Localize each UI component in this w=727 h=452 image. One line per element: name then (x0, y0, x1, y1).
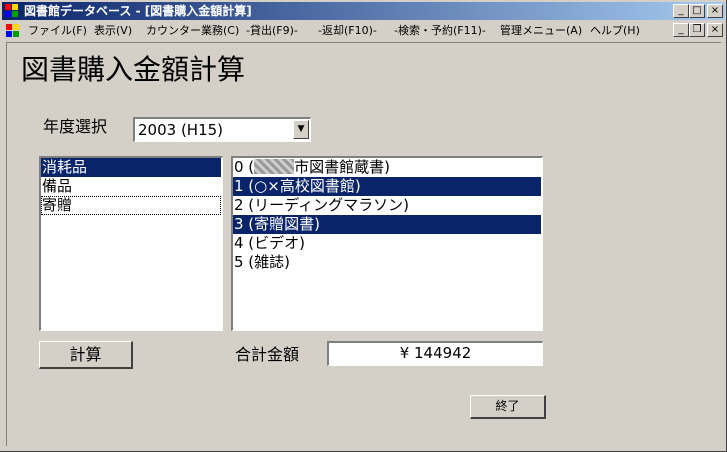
menu-search-reserve[interactable]: -検索・予約(F11)- (394, 23, 486, 38)
close-button[interactable]: × (707, 4, 723, 18)
menu-help[interactable]: ヘルプ(H) (590, 23, 640, 38)
menu-return[interactable]: -返却(F10)- (318, 23, 377, 38)
library-listbox[interactable]: 0 (市図書館蔵書) 1 (○×高校図書館) 2 (リーディングマラソン) 3 … (231, 156, 543, 331)
menu-bar: ファイル(F) 表示(V) カウンター業務(C) -貸出(F9)- -返却(F1… (2, 21, 725, 40)
menu-file[interactable]: ファイル(F) (28, 23, 87, 38)
total-amount-field: ¥ 144942 (327, 341, 543, 366)
mdi-close-button[interactable]: × (707, 23, 723, 37)
menu-admin[interactable]: 管理メニュー(A) (500, 23, 582, 38)
mdi-restore-button[interactable]: ❐ (689, 23, 705, 37)
maximize-button[interactable]: □ (689, 4, 705, 18)
year-label: 年度選択 (43, 117, 108, 136)
page-title: 図書購入金額計算 (21, 53, 246, 86)
main-window: 図書館データベース - [図書購入金額計算] _ □ × ファイル(F) 表示(… (0, 0, 727, 452)
category-listbox[interactable]: 消耗品 備品 寄贈 (39, 156, 223, 331)
calculate-button[interactable]: 計算 (39, 341, 133, 369)
app-icon (5, 4, 19, 18)
redacted-text (254, 159, 295, 174)
menu-counter[interactable]: カウンター業務(C) (146, 23, 239, 38)
category-item[interactable]: 備品 (41, 177, 221, 196)
category-item[interactable]: 寄贈 (41, 196, 221, 215)
library-item[interactable]: 0 (市図書館蔵書) (233, 158, 541, 177)
dropdown-arrow-icon[interactable]: ▼ (293, 120, 309, 139)
library-item[interactable]: 2 (リーディングマラソン) (233, 196, 541, 215)
form-client-area: 図書購入金額計算 年度選択 2003 (H15) ▼ 消耗品 備品 寄贈 0 (… (6, 42, 721, 446)
library-item[interactable]: 5 (雑誌) (233, 253, 541, 272)
mdi-minimize-button[interactable]: _ (673, 23, 689, 37)
mdi-child-icon[interactable] (6, 24, 20, 37)
menu-lend[interactable]: -貸出(F9)- (246, 23, 298, 38)
library-item[interactable]: 4 (ビデオ) (233, 234, 541, 253)
window-title: 図書館データベース - [図書購入金額計算] (24, 4, 252, 18)
year-select-value: 2003 (H15) (138, 121, 224, 139)
category-item[interactable]: 消耗品 (41, 158, 221, 177)
library-item[interactable]: 1 (○×高校図書館) (233, 177, 541, 196)
minimize-button[interactable]: _ (673, 4, 689, 18)
title-bar[interactable]: 図書館データベース - [図書購入金額計算] _ □ × (2, 2, 725, 20)
year-select[interactable]: 2003 (H15) ▼ (133, 117, 311, 142)
library-item[interactable]: 3 (寄贈図書) (233, 215, 541, 234)
total-label: 合計金額 (235, 345, 300, 364)
exit-button[interactable]: 終了 (470, 395, 546, 419)
menu-view[interactable]: 表示(V) (94, 23, 132, 38)
